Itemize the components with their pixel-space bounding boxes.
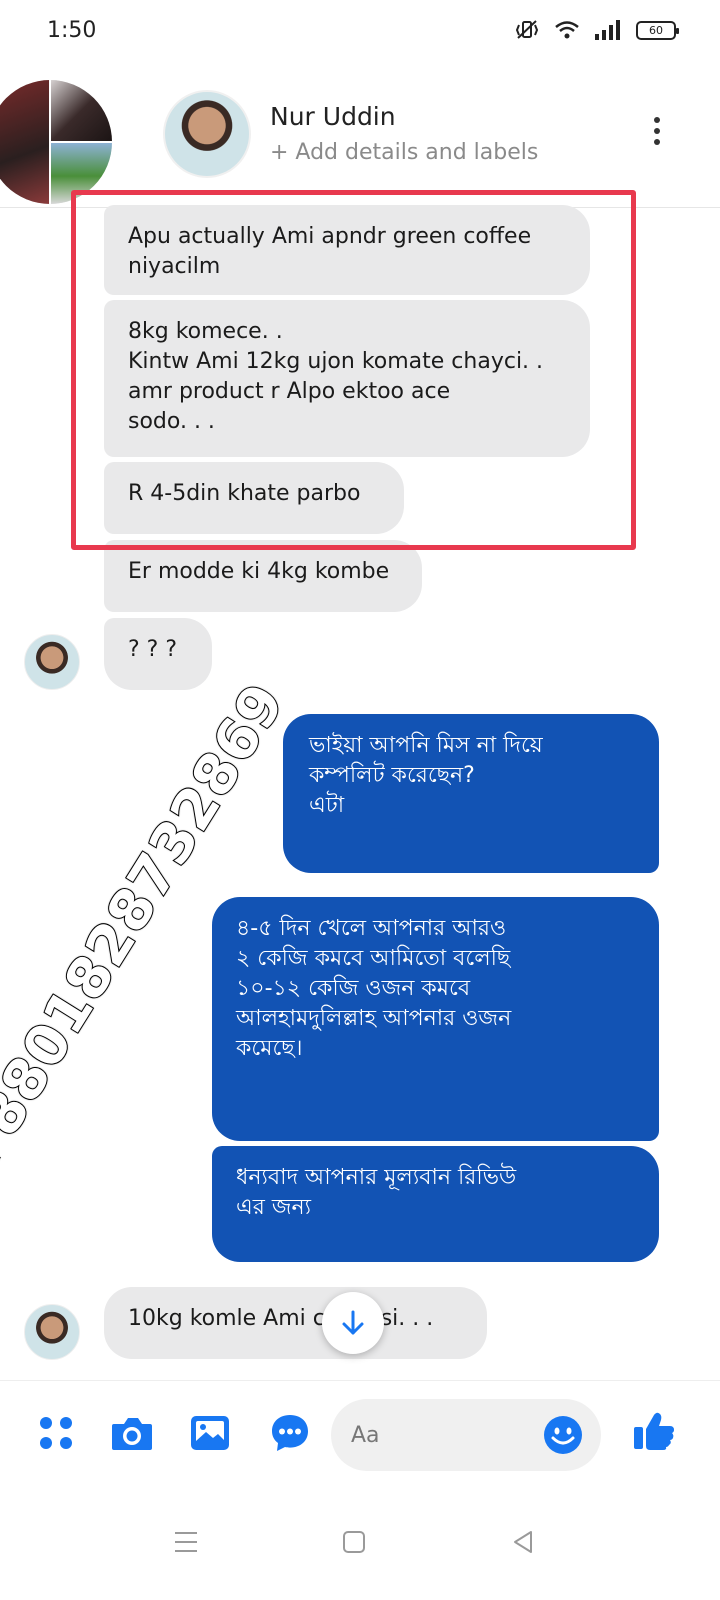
camera-icon bbox=[112, 1418, 152, 1450]
scroll-to-bottom-button[interactable] bbox=[322, 1292, 384, 1354]
like-button[interactable] bbox=[632, 1409, 676, 1453]
home-icon bbox=[343, 1531, 365, 1553]
message-input[interactable] bbox=[351, 1419, 531, 1451]
message-bubble-outgoing[interactable]: ভাইয়া আপনি মিস না দিয়ে কম্পলিট করেছেন?… bbox=[283, 714, 659, 873]
back-icon bbox=[514, 1531, 532, 1553]
message-bubble-outgoing[interactable]: ৪-৫ দিন খেলে আপনার আরও ২ কেজি কমবে আমিতো… bbox=[212, 897, 659, 1141]
contact-name[interactable]: Nur Uddin bbox=[270, 102, 396, 131]
thumbs-up-icon bbox=[634, 1412, 674, 1450]
conversation-header: Nur Uddin + Add details and labels bbox=[0, 62, 720, 208]
home-button[interactable] bbox=[334, 1522, 374, 1562]
contact-avatar[interactable] bbox=[163, 90, 251, 178]
signal-icon bbox=[595, 20, 620, 40]
add-details-link[interactable]: + Add details and labels bbox=[270, 140, 538, 165]
battery-indicator: 60 bbox=[636, 20, 679, 40]
camera-button[interactable] bbox=[110, 1411, 154, 1455]
system-navigation-bar bbox=[0, 1488, 720, 1600]
chat-extensions-button[interactable] bbox=[268, 1411, 312, 1455]
arrow-down-icon bbox=[342, 1310, 364, 1335]
wifi-icon bbox=[555, 21, 579, 39]
status-icons: 60 bbox=[514, 20, 679, 40]
back-button[interactable] bbox=[503, 1522, 543, 1562]
message-bubble[interactable]: ? ? ? bbox=[104, 618, 212, 690]
message-bubble[interactable]: Er modde ki 4kg kombe bbox=[104, 540, 422, 612]
sender-avatar[interactable] bbox=[24, 1304, 80, 1360]
emoji-icon[interactable] bbox=[543, 1415, 583, 1455]
recent-apps-button[interactable] bbox=[166, 1522, 206, 1562]
message-input-wrapper bbox=[331, 1399, 601, 1471]
vibrate-icon bbox=[515, 20, 539, 39]
group-photo[interactable] bbox=[0, 80, 112, 204]
more-vertical-icon[interactable] bbox=[647, 117, 667, 151]
image-icon bbox=[191, 1416, 229, 1450]
message-composer bbox=[0, 1380, 720, 1488]
message-bubble-outgoing[interactable]: ধন্যবাদ আপনার মূল্যবান রিভিউ এর জন্য bbox=[212, 1146, 659, 1262]
message-bubble[interactable]: 10kg komle Ami c husi. . . bbox=[104, 1287, 487, 1359]
highlight-frame bbox=[71, 190, 636, 550]
recent-apps-icon bbox=[175, 1532, 197, 1552]
chat-bubble-icon bbox=[272, 1415, 308, 1451]
sender-avatar[interactable] bbox=[24, 634, 80, 690]
menu-button[interactable] bbox=[34, 1411, 78, 1455]
menu-icon bbox=[40, 1417, 72, 1449]
status-time: 1:50 bbox=[47, 18, 97, 43]
status-bar: 1:50 60 bbox=[0, 0, 720, 62]
gallery-button[interactable] bbox=[188, 1411, 232, 1455]
